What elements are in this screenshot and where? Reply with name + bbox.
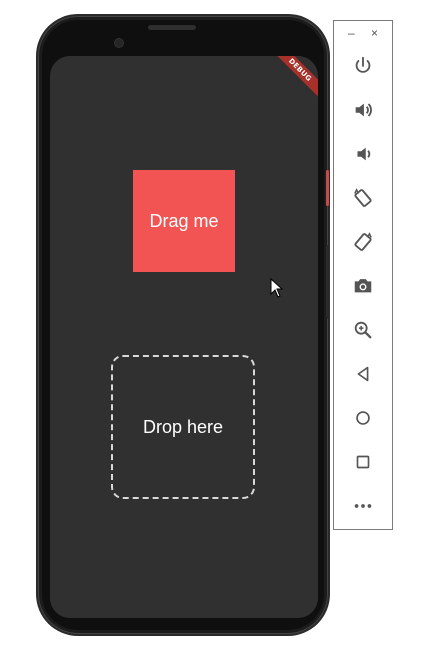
minimize-button[interactable]: – [348, 27, 355, 39]
rotate-right-icon [354, 232, 372, 251]
side-button-volume [326, 245, 330, 319]
more-icon [354, 504, 372, 508]
power-button[interactable] [348, 51, 378, 81]
volume-down-icon [357, 147, 371, 161]
home-icon [356, 411, 370, 425]
back-button[interactable] [348, 359, 378, 389]
front-camera [115, 39, 123, 47]
camera-icon [354, 279, 372, 293]
volume-up-icon [355, 103, 372, 117]
volume-up-button[interactable] [348, 95, 378, 125]
more-button[interactable] [348, 491, 378, 521]
rotate-left-icon [354, 188, 372, 207]
drop-target[interactable]: Drop here [111, 355, 255, 499]
power-icon [355, 56, 371, 73]
zoom-button[interactable] [348, 315, 378, 345]
emulator-toolbar: – × [333, 20, 393, 530]
draggable-box[interactable]: Drag me [133, 170, 235, 272]
earpiece-speaker [148, 25, 196, 30]
back-icon [357, 366, 369, 382]
toolbar-window-controls: – × [334, 27, 392, 41]
screenshot-button[interactable] [348, 271, 378, 301]
rotate-right-button[interactable] [348, 227, 378, 257]
close-button[interactable]: × [371, 27, 378, 39]
app-screen: DEBUG Drag me Drop here [50, 56, 318, 618]
volume-down-button[interactable] [348, 139, 378, 169]
side-button-power [326, 170, 329, 206]
rotate-left-button[interactable] [348, 183, 378, 213]
home-button[interactable] [348, 403, 378, 433]
overview-button[interactable] [348, 447, 378, 477]
zoom-icon [354, 321, 372, 339]
mouse-cursor-icon [270, 278, 284, 298]
debug-banner: DEBUG [267, 56, 318, 103]
overview-icon [356, 455, 370, 469]
